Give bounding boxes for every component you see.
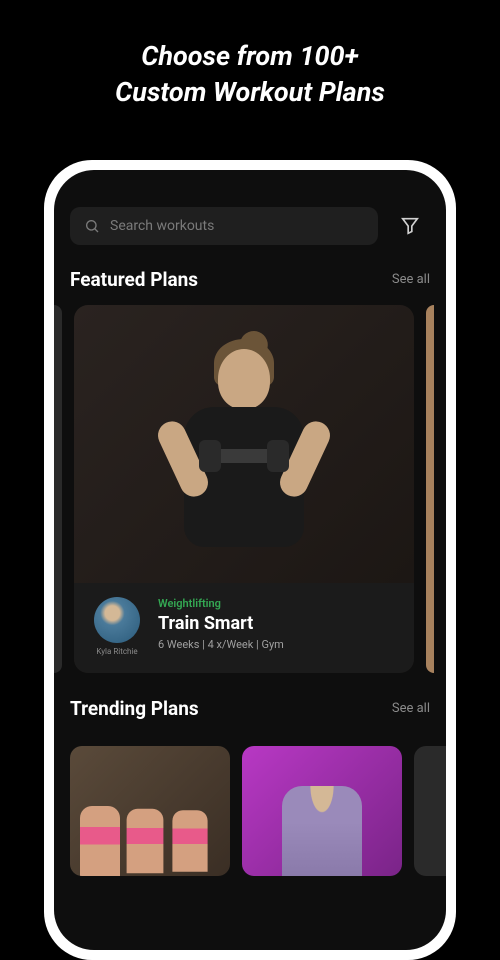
- plan-meta: 6 Weeks | 4 x/Week | Gym: [158, 638, 400, 651]
- hero-line-1: Choose from 100+: [141, 40, 359, 72]
- trending-title: Trending Plans: [70, 697, 199, 720]
- featured-see-all[interactable]: See all: [392, 272, 430, 287]
- hero-headline: Choose from 100+ Custom Workout Plans: [0, 0, 500, 139]
- person-silhouette: [134, 329, 354, 609]
- featured-title: Featured Plans: [70, 268, 198, 291]
- featured-plan-card[interactable]: Kyla Ritchie Weightlifting Train Smart 6…: [74, 305, 414, 673]
- prev-card-edge[interactable]: [54, 305, 62, 673]
- phone-screen: Search workouts Featured Plans See all: [54, 170, 446, 950]
- search-row: Search workouts: [54, 206, 446, 246]
- trending-card[interactable]: [414, 746, 446, 876]
- filter-icon: [399, 215, 421, 237]
- next-card-edge[interactable]: [426, 305, 434, 673]
- trainer-block[interactable]: Kyla Ritchie: [88, 597, 146, 657]
- featured-carousel[interactable]: Kyla Ritchie Weightlifting Train Smart 6…: [54, 305, 446, 673]
- plan-text: Weightlifting Train Smart 6 Weeks | 4 x/…: [158, 597, 400, 651]
- trending-card[interactable]: [242, 746, 402, 876]
- plan-category: Weightlifting: [158, 597, 400, 610]
- hero-line-2: Custom Workout Plans: [115, 76, 385, 108]
- plan-name: Train Smart: [158, 613, 400, 634]
- filter-button[interactable]: [390, 206, 430, 246]
- trainer-avatar: [94, 597, 140, 643]
- featured-header: Featured Plans See all: [54, 268, 446, 291]
- search-icon: [84, 218, 100, 234]
- featured-plan-footer: Kyla Ritchie Weightlifting Train Smart 6…: [74, 583, 414, 673]
- phone-frame: Search workouts Featured Plans See all: [44, 160, 456, 960]
- trending-see-all[interactable]: See all: [392, 701, 430, 716]
- search-input[interactable]: Search workouts: [70, 207, 378, 245]
- search-placeholder: Search workouts: [110, 218, 214, 234]
- trending-carousel[interactable]: [54, 746, 446, 876]
- trending-card[interactable]: [70, 746, 230, 876]
- trainer-name: Kyla Ritchie: [96, 648, 137, 657]
- trending-header: Trending Plans See all: [54, 697, 446, 720]
